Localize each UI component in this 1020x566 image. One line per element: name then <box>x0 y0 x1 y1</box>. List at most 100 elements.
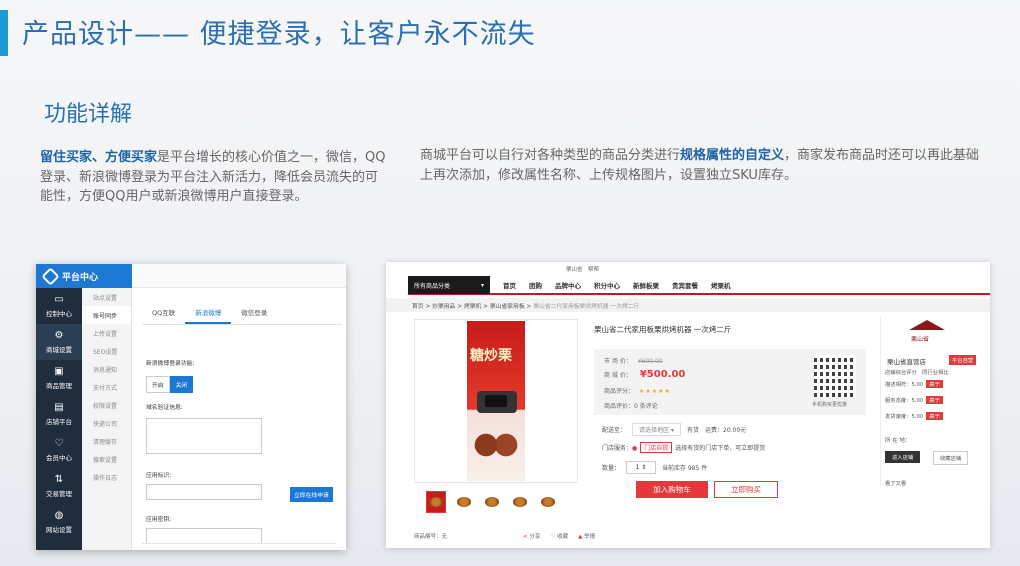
rating-label: 商品评分： <box>604 388 635 395</box>
subnav-item[interactable]: 快递公司 <box>82 414 131 432</box>
score-badge: 高于 <box>926 380 943 388</box>
site-top-links[interactable]: 栗山省 帮帮 <box>566 265 599 273</box>
share-icon: ⋖ <box>523 534 528 540</box>
app-key-input[interactable] <box>146 528 262 544</box>
chestnut-image <box>471 433 521 457</box>
breadcrumb-link[interactable]: 烤栗机 <box>464 304 481 310</box>
warning-icon: ▲ <box>578 534 583 540</box>
subnav-item[interactable]: 搜索设置 <box>82 450 131 468</box>
nav-item-goods[interactable]: ▣ 商品管理 <box>36 360 82 396</box>
chestnut-thumb-icon <box>457 497 471 507</box>
stock-text: 有货 <box>686 427 699 434</box>
nav-item-shops[interactable]: ▤ 店铺平台 <box>36 396 82 432</box>
nav-link[interactable]: 贵宾套餐 <box>672 280 698 290</box>
nav-link[interactable]: 首页 <box>503 280 516 290</box>
subnav-item[interactable]: 消息通知 <box>82 360 131 378</box>
market-price: ¥600.00 <box>637 358 663 365</box>
store-service-label: 门店服务： <box>602 445 633 452</box>
apply-online-button[interactable]: 立即在线申请 <box>290 487 333 502</box>
breadcrumb-link[interactable]: 炒栗用品 <box>432 304 455 310</box>
store-screenshot: 栗山省 帮帮 所有商品分类 ▾ 首页 团购 品牌中心 积分中心 新鲜板栗 贵宾套餐… <box>386 262 990 548</box>
nav-link[interactable]: 积分中心 <box>594 280 620 290</box>
subnav-item[interactable]: 操作日志 <box>82 468 131 486</box>
price-box: 市 场 价： ¥600.00 商 城 价： ¥500.00 商品评分： ★★★★★ 商… <box>594 349 866 415</box>
admin-brand[interactable]: 平台中心 <box>36 264 132 288</box>
app-id-label: 应用标识: <box>146 473 172 479</box>
tab-weibo[interactable]: 新浪微博 <box>185 302 232 324</box>
thumbnail[interactable] <box>538 491 558 513</box>
store-service-text: 选择有货的门店下单，可立即提货 <box>675 445 766 452</box>
tab-qq[interactable]: QQ互联 <box>142 302 185 324</box>
subnav-item[interactable]: 站点设置 <box>82 288 131 306</box>
subnav-item[interactable]: 上传设置 <box>82 324 131 342</box>
enter-shop-button[interactable]: 进入店铺 <box>885 451 921 463</box>
login-func-label: 新浪微博登录功能: <box>146 361 195 367</box>
self-operated-badge: 平台自营 <box>949 355 977 365</box>
tab-wechat[interactable]: 微信登录 <box>231 302 277 324</box>
category-label: 所有商品分类 <box>414 282 451 290</box>
buy-now-button[interactable]: 立即购买 <box>714 481 778 498</box>
roof-logo-icon <box>909 320 945 330</box>
nav-label: 店铺平台 <box>46 417 72 426</box>
nav-item-site[interactable]: ◍ 网站设置 <box>36 504 82 540</box>
score-badge: 高于 <box>926 396 943 404</box>
quantity-row: 数量： 1 ⇕ 当前库存 985 件 <box>602 461 707 474</box>
breadcrumb-link[interactable]: 栗山省家用板 <box>490 304 525 310</box>
nav-link[interactable]: 新鲜板栗 <box>633 280 659 290</box>
shop-location: 所 在 地： <box>885 438 911 444</box>
score-row: 发货速度：5.00 高于 <box>885 412 943 420</box>
nav-item-trade[interactable]: ⇅ 交易管理 <box>36 468 82 504</box>
login-toggle: 开启 关闭 <box>146 376 194 393</box>
product-name: 栗山省二代家用板栗烘烤机器 一次烤二斤 <box>594 325 732 334</box>
fav-button[interactable]: ♡ 收藏 <box>550 532 568 540</box>
thumbnail[interactable] <box>482 491 502 513</box>
nav-link[interactable]: 团购 <box>529 280 542 290</box>
reviews-count[interactable]: 0 条评论 <box>634 403 658 410</box>
thumbnail[interactable] <box>426 491 446 513</box>
price-row: 商 城 价： ¥500.00 <box>604 369 685 380</box>
thumbnail[interactable] <box>454 491 474 513</box>
subnav-item-active[interactable]: 账号同步 <box>82 306 131 324</box>
shop-name[interactable]: 栗山省直营店 <box>887 356 926 366</box>
share-button[interactable]: ⋖ 分享 <box>523 532 540 540</box>
score-label: 服务态度：5.00 <box>885 398 924 404</box>
feature-paragraph-spec: 商城平台可以自行对各种类型的商品分类进行规格属性的自定义，商家发布商品时还可以再… <box>420 146 985 185</box>
quantity-stepper[interactable]: 1 ⇕ <box>626 461 657 474</box>
subnav-item[interactable]: 权限设置 <box>82 396 131 414</box>
market-price-row: 市 场 价： ¥600.00 <box>604 356 663 365</box>
feature-paragraph-login: 留住买家、方便买家是平台增长的核心价值之一，微信，QQ登录、新浪微博登录为平台注… <box>40 148 386 207</box>
app-id-input[interactable] <box>146 484 262 500</box>
subnav-item[interactable]: SEO设置 <box>82 342 131 360</box>
chestnut-thumb-icon <box>485 497 499 507</box>
nav-link[interactable]: 品牌中心 <box>555 280 581 290</box>
add-to-cart-button[interactable]: 加入购物车 <box>636 481 708 498</box>
product-main-image[interactable]: 糖炒栗 <box>414 319 578 483</box>
nav-item-members[interactable]: ♡ 会员中心 <box>36 432 82 468</box>
fav-shop-button[interactable]: 收藏店铺 <box>933 451 969 465</box>
nav-item-control[interactable]: ▭ 控制中心 <box>36 288 82 324</box>
nav-link[interactable]: 烤栗机 <box>711 280 731 290</box>
breadcrumb-link[interactable]: 首页 <box>412 304 424 310</box>
admin-left-nav: ▭ 控制中心 ⚙ 商城设置 ▣ 商品管理 ▤ 店铺平台 ♡ 会员中心 ⇅ 交易管理 ◍ 网站设… <box>36 288 82 550</box>
store-nav: 所有商品分类 ▾ 首页 团购 品牌中心 积分中心 新鲜板栗 贵宾套餐 烤栗机 <box>408 276 990 295</box>
poster-text: 糖炒栗 <box>470 348 512 364</box>
toggle-off-button[interactable]: 关闭 <box>169 376 194 393</box>
nav-item-mall-settings[interactable]: ⚙ 商城设置 <box>36 324 82 360</box>
store-service-row: 门店服务：● 门店自提 选择有货的门店下单，可立即提货 <box>602 442 765 453</box>
location-pin-icon: ● <box>632 445 638 452</box>
accent-bar <box>0 10 8 56</box>
fav-label: 收藏 <box>557 534 569 540</box>
store-pickup-select[interactable]: 门店自提 <box>640 442 673 453</box>
product-poster: 糖炒栗 <box>467 321 525 481</box>
region-select[interactable]: 请选择地区 ▾ <box>632 423 681 436</box>
subnav-item[interactable]: 清理缓存 <box>82 432 131 450</box>
thumbnail[interactable] <box>510 491 530 513</box>
verify-textarea[interactable] <box>146 418 262 454</box>
toggle-on-button[interactable]: 开启 <box>146 376 170 393</box>
all-categories-button[interactable]: 所有商品分类 ▾ <box>408 276 490 294</box>
report-button[interactable]: ▲ 举报 <box>578 532 595 540</box>
reviews-row: 商品评价：0 条评论 <box>604 401 658 410</box>
subnav-item[interactable]: 支付方式 <box>82 378 131 396</box>
exchange-icon: ⇅ <box>54 473 64 485</box>
chestnut-thumb-icon <box>429 497 443 507</box>
